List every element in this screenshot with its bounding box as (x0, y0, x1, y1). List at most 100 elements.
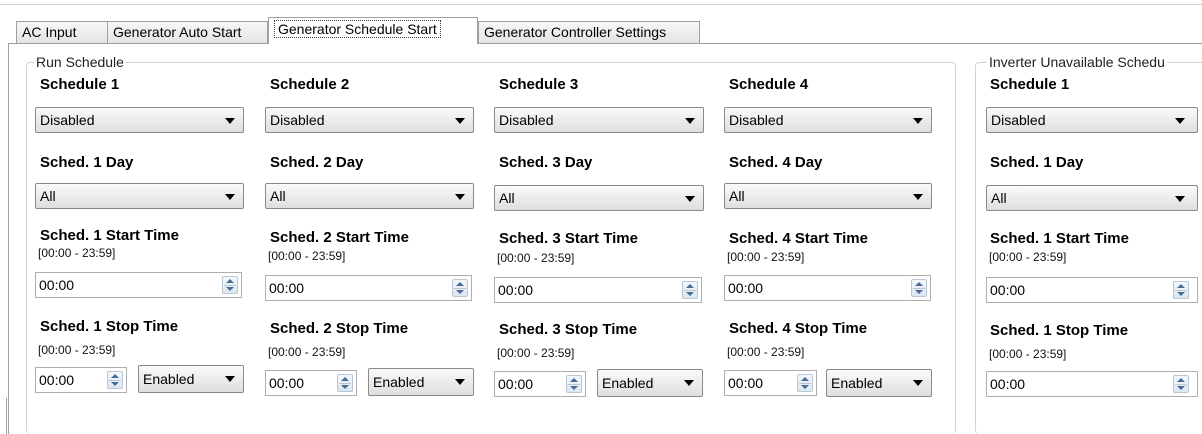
start-time-label: Sched. 4 Start Time (729, 230, 868, 247)
select-value: Disabled (499, 112, 554, 128)
spinner-icon[interactable] (222, 276, 238, 294)
spinner-icon[interactable] (452, 279, 468, 297)
day-label: Sched. 4 Day (729, 154, 823, 171)
start-time-label: Sched. 3 Start Time (499, 230, 638, 247)
group-title: Inverter Unavailable Schedu (987, 54, 1167, 70)
inverter-sched-1-stop-time-input[interactable]: 00:00 (986, 371, 1198, 397)
stop-time-label: Sched. 3 Stop Time (499, 321, 638, 338)
schedule-label: Schedule 1 (990, 76, 1070, 93)
input-value: 00:00 (728, 375, 764, 391)
tab-generator-controller-settings[interactable]: Generator Controller Settings (478, 21, 700, 43)
sched-3-stop-time-input[interactable]: 00:00 (494, 371, 586, 397)
tab-label: AC Input (22, 24, 77, 40)
select-value: All (729, 188, 745, 204)
select-value: All (270, 188, 286, 204)
sched-4-stop-enable-select[interactable]: Enabled (826, 369, 932, 397)
stop-time-label: Sched. 1 Stop Time (40, 318, 179, 335)
spinner-icon[interactable] (566, 375, 582, 393)
sched-1-stop-time-input[interactable]: 00:00 (35, 367, 127, 393)
sched-1-stop-enable-select[interactable]: Enabled (138, 365, 244, 393)
tab-label: Generator Schedule Start (274, 20, 441, 38)
panel-edge (6, 398, 7, 434)
select-value: Enabled (143, 371, 195, 387)
select-value: All (40, 188, 56, 204)
select-value: Enabled (602, 375, 654, 391)
spinner-icon[interactable] (911, 279, 927, 297)
spinner-icon[interactable] (682, 281, 698, 299)
chevron-down-icon (455, 118, 465, 124)
sched-3-stop-enable-select[interactable]: Enabled (597, 369, 703, 397)
chevron-down-icon (913, 194, 923, 200)
select-value: All (499, 190, 515, 206)
schedule-label: Schedule 3 (499, 76, 579, 93)
select-value: Disabled (729, 112, 784, 128)
start-time-label: Sched. 2 Start Time (270, 229, 409, 246)
start-time-range: [00:00 - 23:59] (268, 249, 346, 263)
chevron-down-icon (225, 376, 235, 382)
tab-generator-auto-start[interactable]: Generator Auto Start (107, 21, 268, 43)
input-value: 00:00 (990, 282, 1026, 298)
schedule-4-select[interactable]: Disabled (724, 107, 932, 133)
chevron-down-icon (913, 380, 923, 386)
sched-2-day-select[interactable]: All (265, 183, 474, 209)
input-value: 00:00 (498, 282, 534, 298)
day-label: Sched. 1 Day (40, 154, 134, 171)
inverter-schedule-1-select[interactable]: Disabled (986, 107, 1198, 133)
schedule-2-select[interactable]: Disabled (265, 107, 474, 133)
start-time-label: Sched. 1 Start Time (990, 230, 1129, 247)
chevron-down-icon (1175, 118, 1185, 124)
top-border (0, 0, 1202, 5)
input-value: 00:00 (990, 376, 1026, 392)
start-time-label: Sched. 1 Start Time (40, 227, 179, 244)
chevron-down-icon (684, 380, 694, 386)
spinner-icon[interactable] (1173, 281, 1189, 299)
schedule-label: Schedule 2 (270, 76, 350, 93)
input-value: 00:00 (728, 280, 764, 296)
tab-label: Generator Auto Start (113, 24, 242, 40)
spinner-icon[interactable] (337, 374, 353, 392)
sched-2-stop-time-input[interactable]: 00:00 (265, 370, 357, 396)
group-title: Run Schedule (34, 54, 126, 70)
schedule-label: Schedule 1 (40, 76, 120, 93)
select-value: All (991, 190, 1007, 206)
select-value: Enabled (373, 374, 425, 390)
chevron-down-icon (455, 194, 465, 200)
chevron-down-icon (685, 196, 695, 202)
stop-time-range: [00:00 - 23:59] (727, 345, 805, 359)
day-label: Sched. 1 Day (990, 154, 1084, 171)
schedule-3-select[interactable]: Disabled (494, 107, 704, 133)
inverter-sched-1-day-select[interactable]: All (986, 185, 1198, 211)
sched-4-start-time-input[interactable]: 00:00 (724, 275, 931, 301)
sched-3-start-time-input[interactable]: 00:00 (494, 277, 702, 303)
input-value: 00:00 (39, 277, 75, 293)
sched-4-stop-time-input[interactable]: 00:00 (724, 370, 817, 396)
schedule-1-select[interactable]: Disabled (35, 107, 244, 133)
tab-generator-schedule-start[interactable]: Generator Schedule Start (268, 17, 478, 44)
sched-2-stop-enable-select[interactable]: Enabled (368, 368, 474, 396)
tab-ac-input[interactable]: AC Input (16, 21, 108, 43)
stop-time-range: [00:00 - 23:59] (38, 343, 116, 357)
spinner-icon[interactable] (107, 371, 123, 389)
sched-2-start-time-input[interactable]: 00:00 (265, 275, 472, 301)
chevron-down-icon (225, 118, 235, 124)
chevron-down-icon (1175, 196, 1185, 202)
day-label: Sched. 2 Day (270, 154, 364, 171)
start-time-range: [00:00 - 23:59] (727, 250, 805, 264)
chevron-down-icon (913, 118, 923, 124)
day-label: Sched. 3 Day (499, 154, 593, 171)
chevron-down-icon (685, 118, 695, 124)
sched-4-day-select[interactable]: All (724, 183, 932, 209)
schedule-label: Schedule 4 (729, 76, 809, 93)
input-value: 00:00 (269, 280, 305, 296)
start-time-range: [00:00 - 23:59] (989, 250, 1067, 264)
start-time-range: [00:00 - 23:59] (38, 246, 116, 260)
sched-3-day-select[interactable]: All (494, 185, 704, 211)
input-value: 00:00 (269, 375, 305, 391)
inverter-sched-1-start-time-input[interactable]: 00:00 (986, 277, 1198, 303)
select-value: Disabled (270, 112, 325, 128)
sched-1-day-select[interactable]: All (35, 183, 244, 209)
spinner-icon[interactable] (1173, 375, 1189, 393)
spinner-icon[interactable] (797, 374, 813, 392)
chevron-down-icon (225, 194, 235, 200)
sched-1-start-time-input[interactable]: 00:00 (35, 272, 242, 298)
